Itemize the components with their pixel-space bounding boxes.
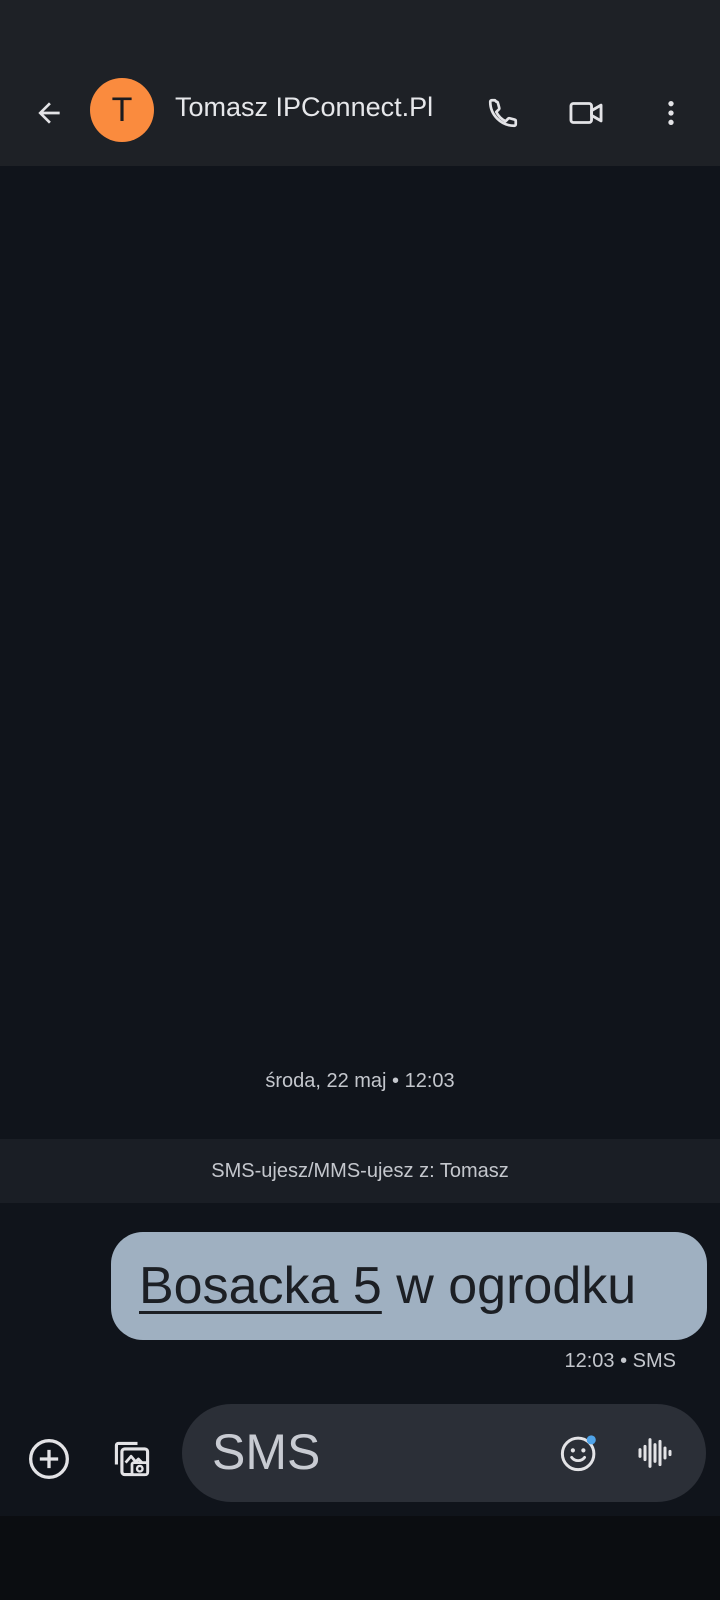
compose-field[interactable] (182, 1404, 706, 1502)
info-banner: SMS-ujesz/MMS-ujesz z: Tomasz (0, 1139, 720, 1203)
videocam-icon (569, 102, 603, 124)
back-button[interactable] (21, 85, 77, 141)
message-bubble[interactable]: Bosacka 5 w ogrodku (111, 1232, 707, 1340)
message-input[interactable] (210, 1418, 514, 1486)
call-button[interactable] (475, 85, 531, 141)
app-bar: T Tomasz IPConnect.Pl (0, 60, 720, 166)
phone-icon (488, 98, 518, 128)
address-link[interactable]: Bosacka 5 (139, 1256, 382, 1316)
contact-name[interactable]: Tomasz IPConnect.Pl (175, 92, 433, 123)
more-options-button[interactable] (643, 85, 699, 141)
message-text: w ogrodku (381, 1257, 637, 1315)
add-attachment-button[interactable] (19, 1429, 79, 1489)
add-circle-icon (29, 1439, 69, 1479)
gallery-button[interactable] (102, 1429, 162, 1489)
voice-waveform-icon (638, 1438, 672, 1468)
status-bar (0, 0, 720, 60)
arrow-back-icon (38, 102, 60, 124)
video-call-button[interactable] (558, 85, 614, 141)
message-meta: 12:03 • SMS (564, 1350, 676, 1372)
info-banner-text: SMS-ujesz/MMS-ujesz z: Tomasz (211, 1159, 509, 1182)
date-separator: środa, 22 maj • 12:03 (265, 1070, 455, 1092)
gallery-icon (114, 1441, 150, 1477)
avatar-initial: T (111, 90, 133, 129)
emoji-icon (560, 1435, 596, 1472)
voice-message-button[interactable] (625, 1423, 685, 1483)
emoji-button[interactable] (549, 1423, 609, 1483)
more-vert-icon (668, 101, 674, 125)
avatar[interactable]: T (90, 78, 154, 142)
navigation-bar (0, 1516, 720, 1600)
